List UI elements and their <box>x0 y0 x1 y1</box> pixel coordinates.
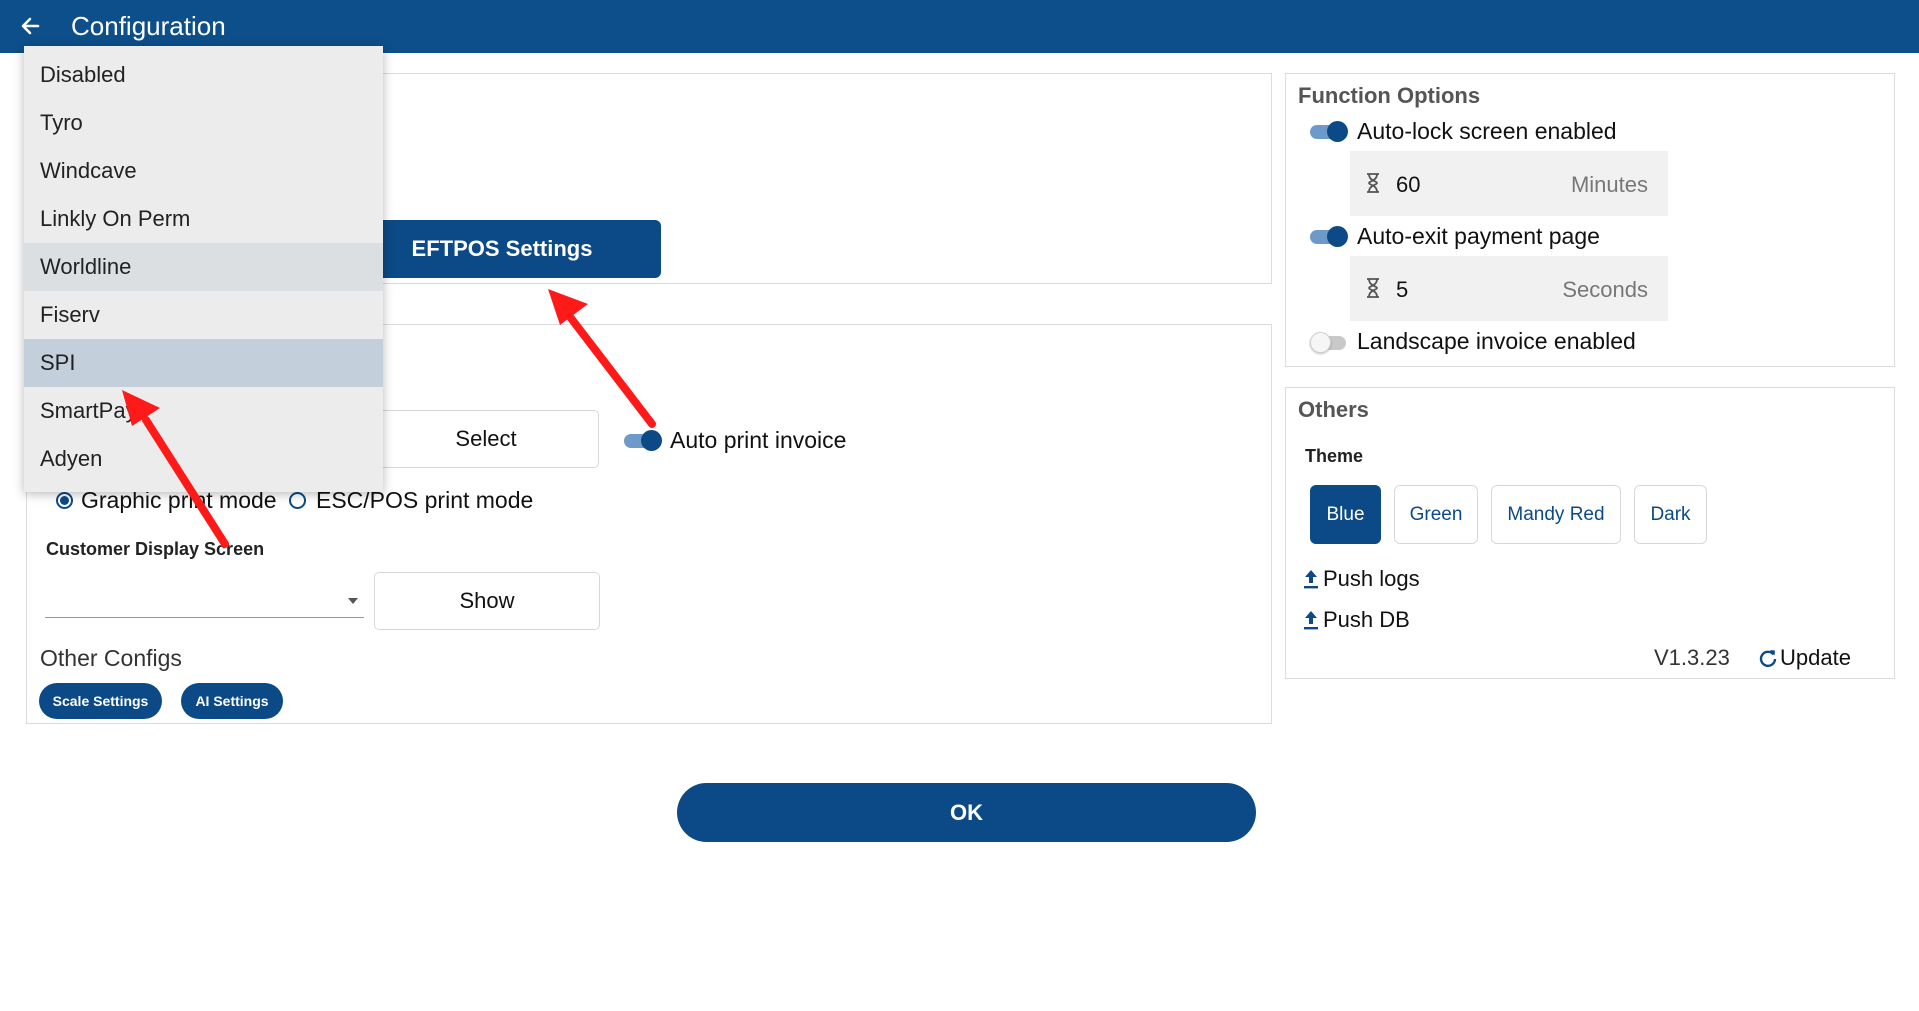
auto-exit-unit: Seconds <box>1562 277 1648 302</box>
scale-settings-button[interactable]: Scale Settings <box>39 683 162 719</box>
auto-lock-minutes-input[interactable]: 60 Minutes <box>1350 151 1668 216</box>
auto-lock-unit: Minutes <box>1570 172 1648 197</box>
menu-item-spi[interactable]: SPI <box>24 339 383 387</box>
ok-button[interactable]: OK <box>677 783 1256 842</box>
update-label: Update <box>1780 645 1851 670</box>
auto-exit-value: 5 <box>1396 277 1409 302</box>
graphic-print-radio[interactable] <box>56 492 73 509</box>
customer-display-heading: Customer Display Screen <box>46 539 265 559</box>
auto-lock-value: 60 <box>1396 172 1421 197</box>
show-display-button[interactable]: Show <box>374 572 600 630</box>
hourglass-icon <box>1367 173 1379 193</box>
theme-dark-button[interactable]: Dark <box>1634 485 1707 544</box>
theme-blue-button[interactable]: Blue <box>1310 485 1381 544</box>
menu-item-adyen[interactable]: Adyen <box>24 435 383 483</box>
menu-item-fiserv[interactable]: Fiserv <box>24 291 383 339</box>
function-options-title: Function Options <box>1298 83 1481 108</box>
arrow-left-icon <box>21 17 40 35</box>
theme-label: Theme <box>1305 446 1364 466</box>
push-logs-link[interactable]: Push logs <box>1302 566 1420 592</box>
hourglass-icon <box>1367 278 1379 298</box>
landscape-invoice-label: Landscape invoice enabled <box>1357 328 1636 354</box>
other-configs-heading: Other Configs <box>40 645 182 671</box>
menu-item-smartpay[interactable]: SmartPay <box>24 387 383 435</box>
others-title: Others <box>1298 397 1369 422</box>
theme-green-button[interactable]: Green <box>1394 485 1478 544</box>
select-printer-button[interactable]: Select <box>373 410 599 468</box>
menu-item-worldline[interactable]: Worldline <box>24 243 383 291</box>
payment-provider-dropdown-menu: Disabled Tyro Windcave Linkly On Perm Wo… <box>24 46 383 492</box>
auto-lock-label: Auto-lock screen enabled <box>1357 118 1617 144</box>
update-link[interactable]: Update <box>1758 645 1851 671</box>
caret-down-icon <box>348 598 358 604</box>
auto-print-label: Auto print invoice <box>670 427 847 453</box>
escpos-print-radio[interactable] <box>289 492 306 509</box>
auto-lock-toggle[interactable] <box>1310 120 1348 142</box>
upload-icon <box>1304 570 1318 589</box>
auto-exit-label: Auto-exit payment page <box>1357 223 1600 249</box>
back-button[interactable] <box>12 8 48 44</box>
menu-item-linkly-on-perm[interactable]: Linkly On Perm <box>24 195 383 243</box>
menu-item-tyro[interactable]: Tyro <box>24 99 383 147</box>
ai-settings-button[interactable]: AI Settings <box>181 683 283 719</box>
push-db-label: Push DB <box>1323 607 1410 632</box>
theme-mandy-red-button[interactable]: Mandy Red <box>1491 485 1621 544</box>
auto-print-toggle[interactable] <box>624 429 662 451</box>
upload-icon <box>1304 611 1318 630</box>
auto-exit-toggle[interactable] <box>1310 225 1348 247</box>
menu-item-disabled[interactable]: Disabled <box>24 51 383 99</box>
page-title: Configuration <box>71 11 226 41</box>
landscape-invoice-toggle[interactable] <box>1310 331 1348 353</box>
version-label: V1.3.23 <box>1654 645 1730 670</box>
refresh-icon <box>1759 650 1777 668</box>
menu-item-windcave[interactable]: Windcave <box>24 147 383 195</box>
customer-display-select[interactable] <box>45 584 364 618</box>
push-logs-label: Push logs <box>1323 566 1420 591</box>
push-db-link[interactable]: Push DB <box>1302 607 1410 633</box>
auto-exit-seconds-input[interactable]: 5 Seconds <box>1350 256 1668 321</box>
eftpos-settings-button[interactable]: EFTPOS Settings <box>343 220 661 278</box>
